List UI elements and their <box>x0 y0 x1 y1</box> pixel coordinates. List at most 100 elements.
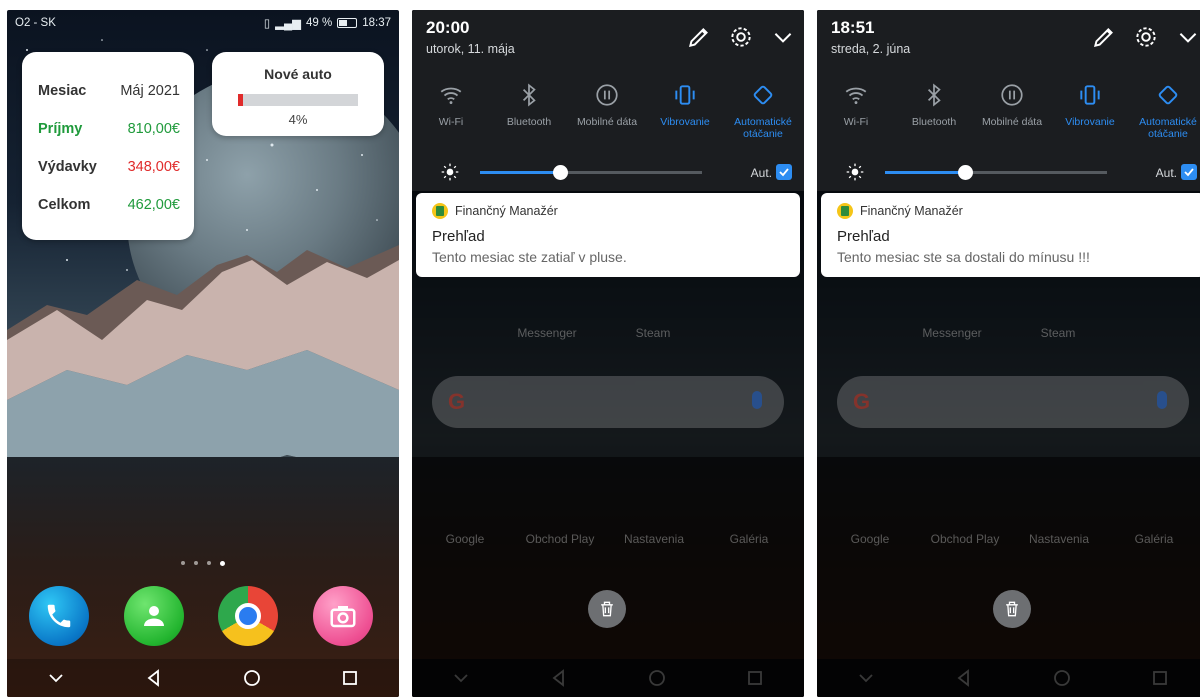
savings-goal-widget[interactable]: Nové auto 4% <box>212 52 384 136</box>
notification-card[interactable]: Finančný Manažér Prehľad Tento mesiac st… <box>821 193 1200 277</box>
trash-icon <box>1006 601 1018 617</box>
brightness-thumb[interactable] <box>957 165 973 180</box>
shade-date: utorok, 11. mája <box>426 42 515 56</box>
edit-icon[interactable] <box>686 24 712 50</box>
phone-icon <box>47 604 71 628</box>
home-icon[interactable] <box>242 668 262 688</box>
messenger-label: Messenger <box>922 326 982 340</box>
toggle-label: Automatické otáčanie <box>1139 116 1197 140</box>
expenses-label: Výdavky <box>38 159 97 175</box>
brightness-thumb[interactable] <box>552 165 568 180</box>
google-search-bar[interactable]: G <box>837 376 1189 428</box>
edit-icon[interactable] <box>1091 24 1117 50</box>
notification-text: Tento mesiac ste zatiaľ v pluse. <box>432 249 627 265</box>
toggle-vibrate[interactable]: Vibrovanie <box>1051 82 1129 140</box>
toggle-wifi[interactable]: Wi-Fi <box>817 82 895 140</box>
brightness-icon <box>441 163 459 181</box>
vibrate-status-icon: ▯ <box>263 18 271 30</box>
recents-icon[interactable] <box>340 668 360 688</box>
goal-progress-fill <box>238 94 243 106</box>
brightness-slider[interactable] <box>480 165 702 180</box>
mobile-data-icon <box>596 84 618 106</box>
clear-notifications-button[interactable] <box>588 590 626 628</box>
settings-label: Nastavenia <box>623 532 685 546</box>
phone-app-button[interactable] <box>29 586 89 646</box>
chevron-down-icon[interactable] <box>46 668 66 688</box>
auto-rotate-icon <box>753 85 773 105</box>
vibrate-icon <box>675 85 695 105</box>
notification-title: Prehľad <box>837 228 890 245</box>
toggle-auto-rotate[interactable]: Automatické otáčanie <box>1129 82 1200 140</box>
google-search-bar[interactable]: G <box>432 376 784 428</box>
google-g-icon: G <box>853 389 871 414</box>
contacts-app-button[interactable] <box>124 586 184 646</box>
notification-screen-minus: Messenger Steam G Google Obchod Play Nas… <box>817 10 1200 697</box>
total-value: 462,00€ <box>127 197 180 213</box>
notification-screen-plus: Messenger Steam G Google Obchod Play Nas… <box>412 10 804 697</box>
toggle-vibrate[interactable]: Vibrovanie <box>646 82 724 140</box>
notification-text: Tento mesiac ste sa dostali do mínusu !!… <box>837 249 1090 265</box>
gear-icon[interactable] <box>728 24 754 50</box>
toggle-label: Bluetooth <box>911 116 957 128</box>
bluetooth-icon <box>927 83 941 107</box>
brightness-fill <box>885 171 965 174</box>
home-screen: O2 - SK ▯ ▂▄▆ 49 % 18:37 Mesiac Máj 2021… <box>7 10 399 697</box>
wifi-icon <box>440 87 462 104</box>
toggle-mobile-data[interactable]: Mobilné dáta <box>568 82 646 140</box>
brightness-row: Aut. <box>817 160 1200 184</box>
income-value: 810,00€ <box>127 121 180 137</box>
google-g-icon: G <box>448 389 466 414</box>
toggle-mobile-data[interactable]: Mobilné dáta <box>973 82 1051 140</box>
google-folder-label: Google <box>445 532 485 546</box>
camera-icon <box>330 606 356 628</box>
widget-row-income: Príjmy 810,00€ <box>38 110 180 148</box>
toggle-wifi[interactable]: Wi-Fi <box>412 82 490 140</box>
shade-time: 18:51 <box>831 18 875 37</box>
auto-brightness-checkbox[interactable] <box>776 164 792 180</box>
total-label: Celkom <box>38 197 91 213</box>
battery-percent: 49 % <box>306 17 333 29</box>
toggle-label: Automatické otáčanie <box>734 116 792 140</box>
brightness-icon <box>846 163 864 181</box>
toggle-bluetooth[interactable]: Bluetooth <box>895 82 973 140</box>
toggle-label: Vibrovanie <box>1065 116 1115 128</box>
income-label: Príjmy <box>38 121 83 137</box>
brightness-fill <box>480 171 560 174</box>
checkmark-icon <box>1184 168 1194 177</box>
gear-icon[interactable] <box>1133 24 1159 50</box>
notification-card[interactable]: Finančný Manažér Prehľad Tento mesiac st… <box>416 193 800 277</box>
toggle-auto-rotate[interactable]: Automatické otáčanie <box>724 82 802 140</box>
brightness-slider[interactable] <box>885 165 1107 180</box>
auto-rotate-icon <box>1158 85 1178 105</box>
chevron-down-icon[interactable] <box>1175 24 1200 50</box>
widget-row-month: Mesiac Máj 2021 <box>38 72 180 110</box>
auto-brightness-label: Aut. <box>1155 166 1177 180</box>
notification-app-name: Finančný Manažér <box>455 204 558 218</box>
brightness-row: Aut. <box>412 160 804 184</box>
finance-summary-widget[interactable]: Mesiac Máj 2021 Príjmy 810,00€ Výdavky 3… <box>22 52 194 240</box>
expenses-value: 348,00€ <box>127 159 180 175</box>
month-label: Mesiac <box>38 83 87 99</box>
steam-label: Steam <box>635 326 671 340</box>
notification-title: Prehľad <box>432 228 485 245</box>
auto-brightness-checkbox[interactable] <box>1181 164 1197 180</box>
clear-notifications-button[interactable] <box>993 590 1031 628</box>
toggle-bluetooth[interactable]: Bluetooth <box>490 82 568 140</box>
goal-progress-bar <box>238 94 358 106</box>
mobile-data-icon <box>1001 84 1023 106</box>
gallery-label: Galéria <box>729 532 769 546</box>
chrome-icon <box>235 603 261 629</box>
camera-app-button[interactable] <box>313 586 373 646</box>
play-store-label: Obchod Play <box>525 532 595 546</box>
chevron-down-icon[interactable] <box>770 24 796 50</box>
month-value: Máj 2021 <box>120 83 180 99</box>
auto-brightness-label: Aut. <box>750 166 772 180</box>
contacts-icon <box>144 606 164 626</box>
goal-title: Nové auto <box>264 66 332 82</box>
chrome-app-button[interactable] <box>218 586 278 646</box>
checkmark-icon <box>779 168 789 177</box>
google-folder-label: Google <box>850 532 890 546</box>
back-icon[interactable] <box>144 668 164 688</box>
signal-icon: ▂▄▆ <box>275 18 301 30</box>
carrier-label: O2 - SK <box>15 17 56 29</box>
